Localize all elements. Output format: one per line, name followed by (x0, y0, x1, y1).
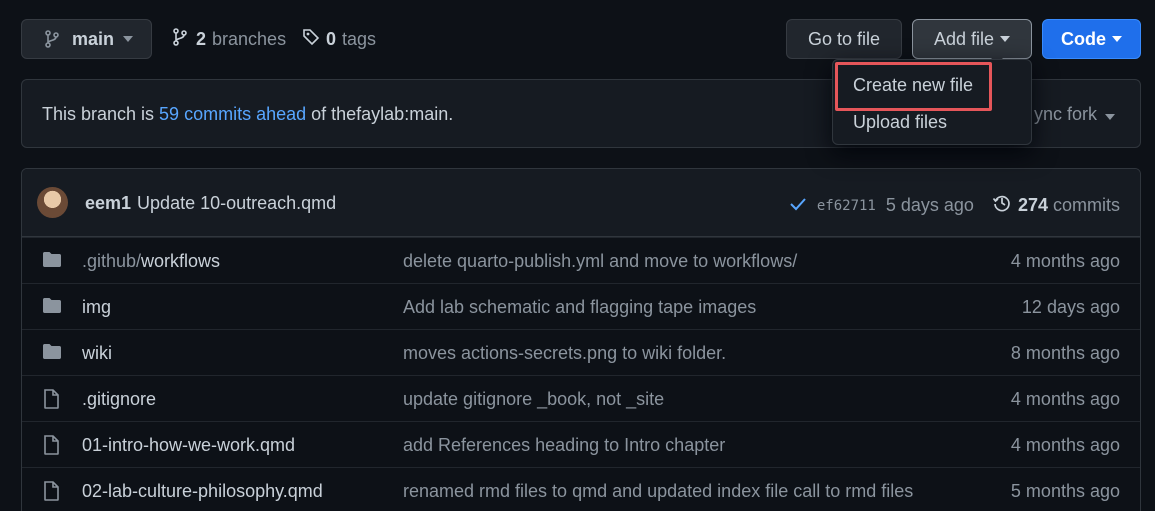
file-list: eem1 Update 10-outreach.qmd ef62711 5 day… (21, 168, 1141, 511)
code-label: Code (1061, 28, 1106, 49)
history-icon (992, 193, 1012, 218)
code-button[interactable]: Code (1042, 19, 1141, 59)
file-row: 01-intro-how-we-work.qmd add References … (22, 421, 1140, 467)
file-row: .gitignore update gitignore _book, not _… (22, 375, 1140, 421)
commit-message[interactable]: Update 10-outreach.qmd (137, 193, 336, 213)
file-row: .github/workflows delete quarto-publish.… (22, 237, 1140, 283)
file-commit-age: 12 days ago (1021, 297, 1120, 317)
file-name[interactable]: .gitignore (82, 389, 156, 410)
sync-fork-label: ync fork (1033, 104, 1097, 124)
file-icon (42, 435, 60, 460)
latest-commit-message: eem1 Update 10-outreach.qmd (85, 193, 336, 214)
file-commit-age: 4 months ago (1010, 251, 1120, 271)
commits-label[interactable]: commits (1053, 195, 1120, 216)
branches-count: 2 (196, 29, 207, 49)
file-row: wiki moves actions-secrets.png to wiki f… (22, 329, 1140, 375)
branch-status-prefix: This branch is (42, 104, 160, 124)
file-name[interactable]: 01-intro-how-we-work.qmd (82, 435, 295, 456)
avatar[interactable] (37, 187, 68, 218)
highlight-box (835, 62, 992, 111)
file-commit-message[interactable]: delete quarto-publish.yml and move to wo… (403, 251, 797, 272)
branch-selector-button[interactable]: main (21, 19, 152, 59)
file-name[interactable]: wiki (82, 343, 112, 364)
chevron-down-icon (1105, 104, 1115, 125)
file-commit-message[interactable]: add References heading to Intro chapter (403, 435, 725, 456)
file-commit-age: 4 months ago (1010, 389, 1120, 409)
chevron-down-icon (1000, 36, 1011, 42)
file-commit-message[interactable]: renamed rmd files to qmd and updated ind… (403, 481, 913, 502)
git-branch-icon (44, 30, 60, 48)
file-name[interactable]: .github/workflows (82, 251, 220, 272)
chevron-down-icon (123, 36, 134, 42)
go-to-file-button[interactable]: Go to file (786, 19, 902, 59)
chevron-down-icon (1112, 36, 1122, 42)
commit-author[interactable]: eem1 (85, 193, 131, 213)
commit-meta: ef62711 5 days ago 274 commits (789, 193, 1120, 218)
branch-status-suffix: of thefaylab:main. (306, 104, 454, 124)
go-to-file-label: Go to file (807, 28, 881, 49)
folder-icon (42, 343, 62, 365)
tags-count: 0 (326, 29, 337, 49)
add-file-label: Add file (933, 28, 995, 49)
branches-label: branches (212, 29, 287, 49)
tags-label: tags (342, 29, 377, 49)
file-icon (42, 389, 60, 414)
file-row: 02-lab-culture-philosophy.qmd renamed rm… (22, 467, 1140, 511)
add-file-button[interactable]: Add file (912, 19, 1032, 59)
commit-sha[interactable]: ef62711 (817, 198, 876, 214)
file-commit-age: 8 months ago (1010, 343, 1120, 363)
tags-link[interactable]: 0 tags (302, 28, 376, 51)
folder-icon (42, 251, 62, 273)
branch-name: main (72, 28, 115, 49)
branch-status-text: This branch is 59 commits ahead of thefa… (42, 104, 453, 125)
file-name-prefix: .github/ (82, 251, 142, 271)
file-name[interactable]: img (82, 297, 111, 318)
file-commit-message[interactable]: moves actions-secrets.png to wiki folder… (403, 343, 726, 364)
latest-commit-header: eem1 Update 10-outreach.qmd ef62711 5 day… (22, 169, 1140, 237)
commit-time: 5 days ago (885, 195, 974, 215)
file-commit-message[interactable]: Add lab schematic and flagging tape imag… (403, 297, 756, 318)
file-commit-message[interactable]: update gitignore _book, not _site (403, 389, 664, 410)
file-icon (42, 481, 60, 506)
branches-link[interactable]: 2 branches (172, 28, 286, 51)
file-row: img Add lab schematic and flagging tape … (22, 283, 1140, 329)
menu-item-upload-files[interactable]: Upload files (853, 112, 947, 133)
folder-icon (42, 297, 62, 319)
tag-icon (302, 28, 320, 51)
file-name[interactable]: 02-lab-culture-philosophy.qmd (82, 481, 323, 502)
git-branch-icon (172, 28, 188, 51)
file-commit-age: 4 months ago (1010, 435, 1120, 455)
commits-ahead-link[interactable]: 59 commits ahead (159, 104, 306, 124)
commit-count[interactable]: 274 (1018, 195, 1048, 216)
file-name-text: workflows (141, 251, 221, 271)
check-icon[interactable] (789, 195, 807, 216)
file-commit-age: 5 months ago (1010, 481, 1120, 501)
sync-fork-button[interactable]: ync fork (1034, 104, 1115, 125)
